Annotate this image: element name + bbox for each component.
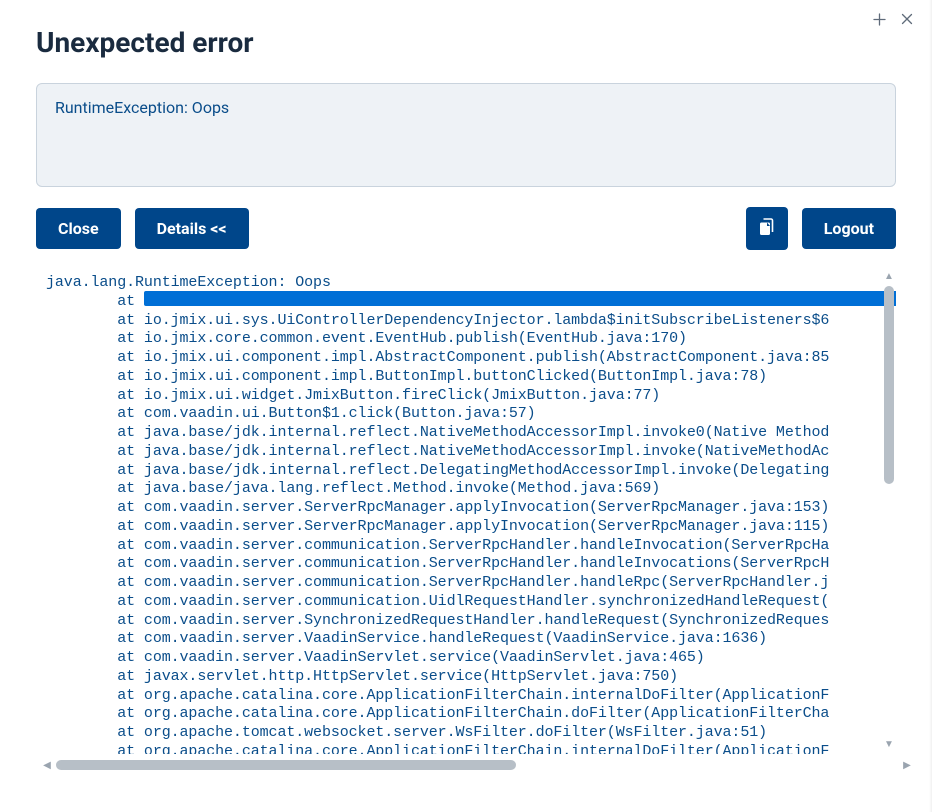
close-icon[interactable] (900, 12, 914, 26)
button-row: Close Details << Logout (36, 207, 896, 250)
vertical-scrollbar-thumb[interactable] (884, 286, 894, 484)
dialog-window-controls (872, 12, 914, 26)
close-button[interactable]: Close (36, 208, 121, 249)
add-icon[interactable] (872, 12, 886, 26)
horizontal-scrollbar[interactable]: ◀ ▶ (42, 760, 912, 770)
dialog-title: Unexpected error (36, 26, 896, 59)
stacktrace-container: java.lang.RuntimeException: Oops at at i… (36, 268, 896, 754)
scrollbar-up-arrow-icon[interactable]: ▲ (884, 272, 894, 282)
logout-button[interactable]: Logout (802, 208, 896, 249)
scrollbar-left-arrow-icon[interactable]: ◀ (42, 760, 52, 771)
error-dialog: Unexpected error RuntimeException: Oops … (0, 0, 932, 754)
stacktrace-text[interactable]: java.lang.RuntimeException: Oops at at i… (36, 268, 896, 754)
horizontal-scrollbar-thumb[interactable] (56, 760, 516, 770)
error-message-text: RuntimeException: Oops (55, 98, 877, 117)
error-message-box: RuntimeException: Oops (36, 83, 896, 187)
redacted-bar (144, 291, 896, 306)
copy-button[interactable] (746, 207, 788, 250)
scrollbar-right-arrow-icon[interactable]: ▶ (902, 760, 912, 771)
details-button[interactable]: Details << (135, 208, 249, 249)
vertical-scrollbar[interactable]: ▲ ▼ (884, 272, 894, 750)
copy-icon (759, 218, 775, 239)
scrollbar-down-arrow-icon[interactable]: ▼ (884, 740, 894, 750)
